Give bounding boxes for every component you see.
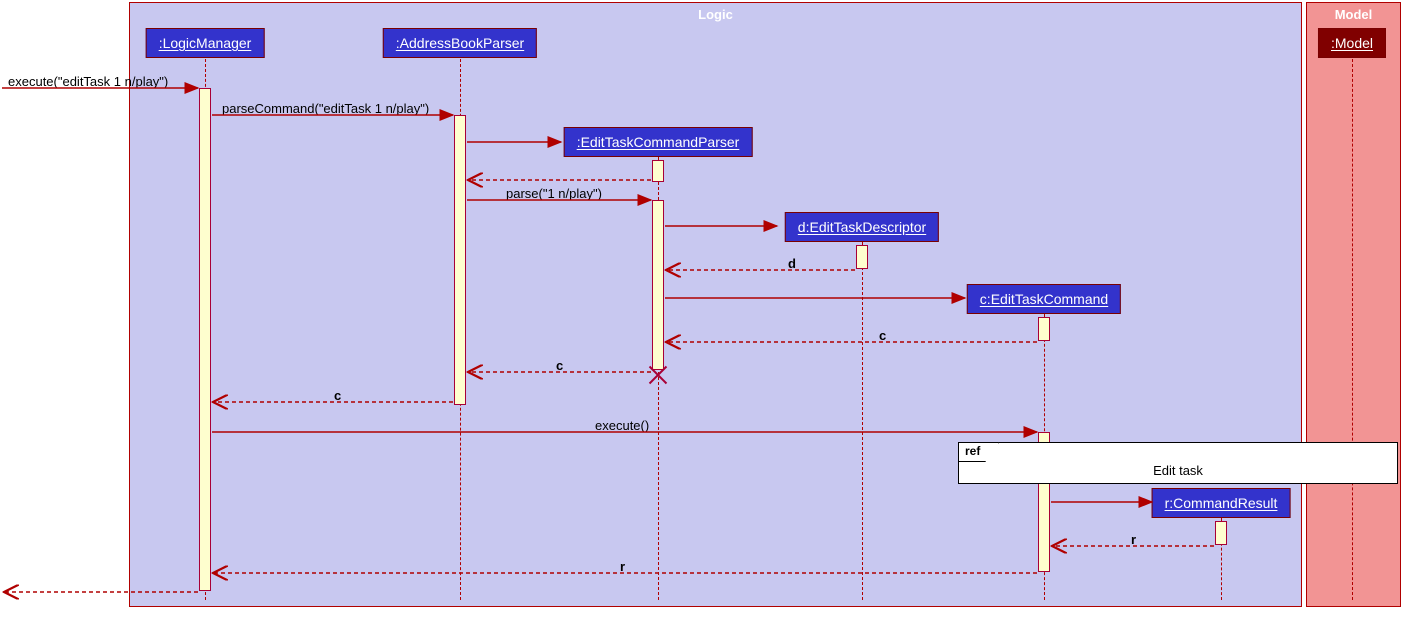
- edittaskcommandparser-participant: :EditTaskCommandParser: [564, 127, 753, 157]
- msg-execute-in: execute("editTask 1 n/play"): [8, 74, 168, 89]
- edittaskcommand-participant: c:EditTaskCommand: [967, 284, 1121, 314]
- addressbookparser-activation: [454, 115, 466, 405]
- logic-frame-title: Logic: [698, 7, 733, 22]
- edittaskdescriptor-lifeline: [862, 242, 863, 600]
- model-lifeline: [1352, 59, 1353, 600]
- logicmanager-activation: [199, 88, 211, 591]
- msg-parsecommand: parseCommand("editTask 1 n/play"): [222, 101, 429, 116]
- sequence-diagram: Logic Model :LogicManager :AddressBookPa…: [0, 0, 1403, 617]
- edittaskdescriptor-activation: [856, 245, 868, 269]
- ref-tag: ref: [958, 442, 999, 462]
- msg-ret-r2: r: [620, 559, 625, 574]
- msg-ret-d: d: [788, 256, 796, 271]
- model-frame-title: Model: [1335, 7, 1373, 22]
- msg-ret-c3: c: [334, 388, 341, 403]
- msg-execute2: execute(): [595, 418, 649, 433]
- edittaskcommand-activation-1: [1038, 317, 1050, 341]
- msg-parse: parse("1 n/play"): [506, 186, 602, 201]
- addressbookparser-participant: :AddressBookParser: [383, 28, 537, 58]
- ref-fragment: ref Edit task: [958, 442, 1398, 484]
- destroy-icon: [647, 364, 669, 386]
- msg-ret-c1: c: [879, 328, 886, 343]
- edittaskcommandparser-activation-2: [652, 200, 664, 370]
- edittaskcommandparser-activation-1: [652, 160, 664, 182]
- model-frame: Model: [1306, 2, 1401, 607]
- msg-ret-c2: c: [556, 358, 563, 373]
- ref-label: Edit task: [1153, 463, 1203, 478]
- logic-frame: Logic: [129, 2, 1302, 607]
- logicmanager-participant: :LogicManager: [146, 28, 265, 58]
- msg-ret-r1: r: [1131, 532, 1136, 547]
- model-participant: :Model: [1318, 28, 1386, 58]
- edittaskdescriptor-participant: d:EditTaskDescriptor: [785, 212, 939, 242]
- commandresult-participant: r:CommandResult: [1152, 488, 1291, 518]
- commandresult-activation: [1215, 521, 1227, 545]
